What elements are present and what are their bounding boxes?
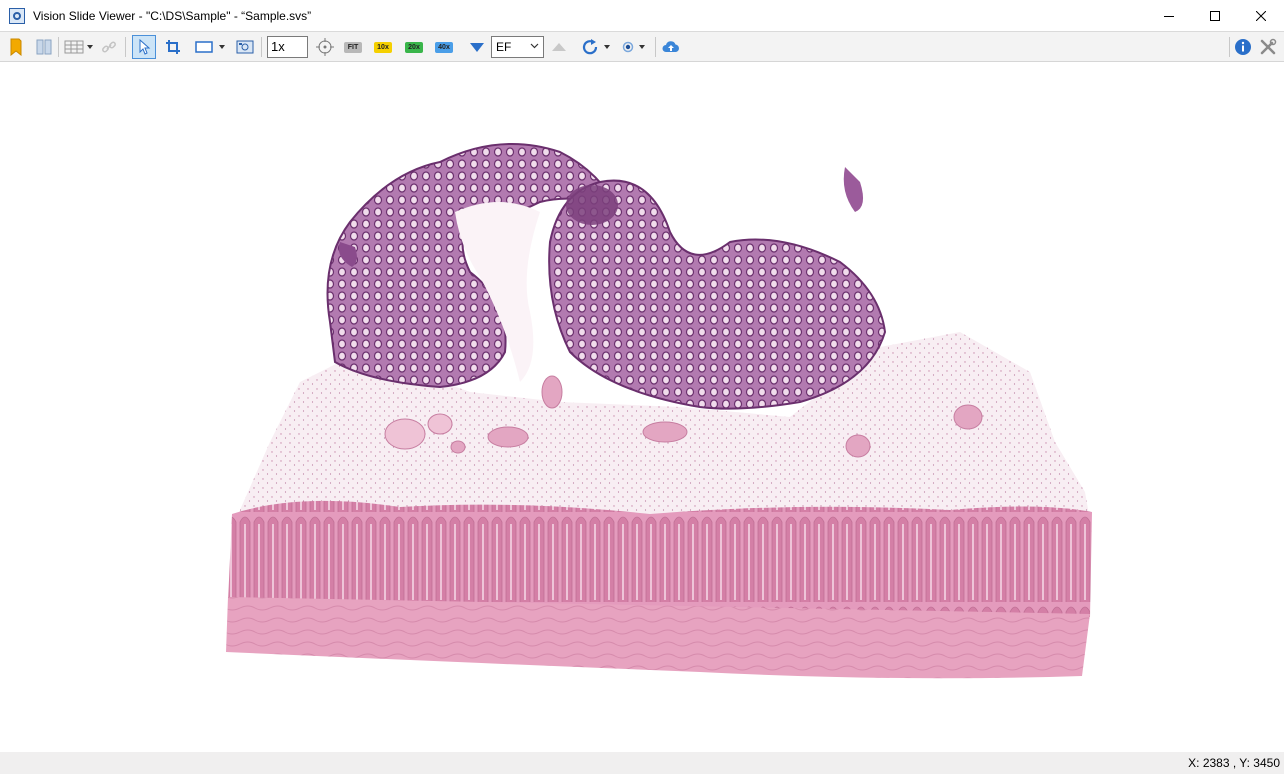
zoom-10x-label: 10x bbox=[374, 41, 392, 53]
info-icon bbox=[1235, 39, 1251, 55]
maximize-icon bbox=[1210, 10, 1220, 21]
title-bar: Vision Slide Viewer - "C:\DS\Sample" - “… bbox=[0, 0, 1284, 31]
filter-select[interactable]: EF bbox=[491, 36, 544, 58]
vessel bbox=[450, 440, 466, 454]
rectangle-icon bbox=[195, 41, 225, 53]
toolbar-separator bbox=[125, 37, 126, 57]
vessel bbox=[487, 426, 529, 448]
select-pointer-icon bbox=[139, 39, 151, 55]
minimize-icon bbox=[1164, 15, 1174, 17]
bookmark-icon bbox=[10, 38, 22, 56]
vessel bbox=[541, 375, 563, 409]
vessel bbox=[384, 418, 426, 450]
main-toolbar: 1x FIT 10x 20x 40x EF bbox=[0, 31, 1284, 62]
lymphoid-nodule bbox=[566, 185, 618, 225]
zoom-10x-button[interactable]: 10x bbox=[373, 35, 393, 59]
crop-tool-button[interactable] bbox=[162, 35, 184, 59]
toolbar-separator bbox=[261, 37, 262, 57]
close-icon bbox=[1256, 10, 1266, 21]
toolbar-separator bbox=[655, 37, 656, 57]
center-view-button[interactable] bbox=[314, 35, 336, 59]
tools-button[interactable] bbox=[1257, 35, 1279, 59]
tissue-slide-image[interactable] bbox=[0, 62, 1284, 752]
compare-icon bbox=[36, 39, 52, 55]
minimize-button[interactable] bbox=[1146, 0, 1192, 31]
triangle-up-icon bbox=[552, 43, 566, 51]
filter-select-value: EF bbox=[496, 40, 512, 54]
window-controls bbox=[1146, 0, 1284, 31]
circle-dot-icon bbox=[622, 41, 645, 53]
filter-up-button[interactable] bbox=[549, 35, 569, 59]
close-button[interactable] bbox=[1238, 0, 1284, 31]
link-button[interactable] bbox=[99, 35, 119, 59]
triangle-down-icon bbox=[470, 43, 484, 52]
vessel bbox=[953, 404, 983, 430]
app-icon bbox=[9, 7, 25, 24]
fit-button[interactable]: FIT bbox=[343, 35, 363, 59]
grid-dropdown-button[interactable] bbox=[63, 35, 95, 59]
toolbar-separator bbox=[58, 37, 59, 57]
chevron-down-icon bbox=[530, 43, 539, 49]
vessel bbox=[427, 413, 453, 435]
grid-icon bbox=[64, 40, 93, 54]
zoom-20x-label: 20x bbox=[405, 41, 423, 53]
rotate-icon bbox=[582, 39, 610, 55]
upload-cloud-icon bbox=[662, 41, 679, 52]
window-title: Vision Slide Viewer - "C:\DS\Sample" - “… bbox=[33, 8, 312, 23]
vessel bbox=[845, 434, 871, 458]
snapshot-button[interactable] bbox=[234, 35, 256, 59]
maximize-button[interactable] bbox=[1192, 0, 1238, 31]
shape-dropdown-button[interactable] bbox=[192, 35, 228, 59]
app-window: Vision Slide Viewer - "C:\DS\Sample" - “… bbox=[0, 0, 1284, 774]
info-button[interactable] bbox=[1233, 35, 1253, 59]
upload-button[interactable] bbox=[661, 35, 681, 59]
filter-down-button[interactable] bbox=[467, 35, 487, 59]
bookmark-button[interactable] bbox=[6, 35, 26, 59]
status-bar: X: 2383 , Y: 3450 bbox=[0, 752, 1284, 774]
link-icon bbox=[102, 41, 116, 53]
rotate-dropdown-button[interactable] bbox=[580, 35, 614, 59]
compare-view-button[interactable] bbox=[34, 35, 54, 59]
slide-viewer-canvas[interactable] bbox=[0, 62, 1284, 752]
tissue-fragment bbox=[843, 167, 864, 212]
crop-icon bbox=[166, 40, 180, 54]
fit-label: FIT bbox=[344, 41, 362, 53]
zoom-20x-button[interactable]: 20x bbox=[404, 35, 424, 59]
cursor-coordinates: X: 2383 , Y: 3450 bbox=[1188, 756, 1280, 770]
toolbar-separator bbox=[1229, 37, 1230, 57]
view-mode-dropdown-button[interactable] bbox=[619, 35, 649, 59]
zoom-40x-label: 40x bbox=[435, 41, 453, 53]
select-tool-button[interactable] bbox=[132, 35, 156, 59]
zoom-40x-button[interactable]: 40x bbox=[434, 35, 454, 59]
tools-icon bbox=[1260, 38, 1277, 55]
center-target-icon bbox=[316, 38, 334, 56]
vessel bbox=[642, 421, 688, 443]
snapshot-icon bbox=[236, 40, 254, 54]
zoom-input[interactable]: 1x bbox=[267, 36, 308, 58]
